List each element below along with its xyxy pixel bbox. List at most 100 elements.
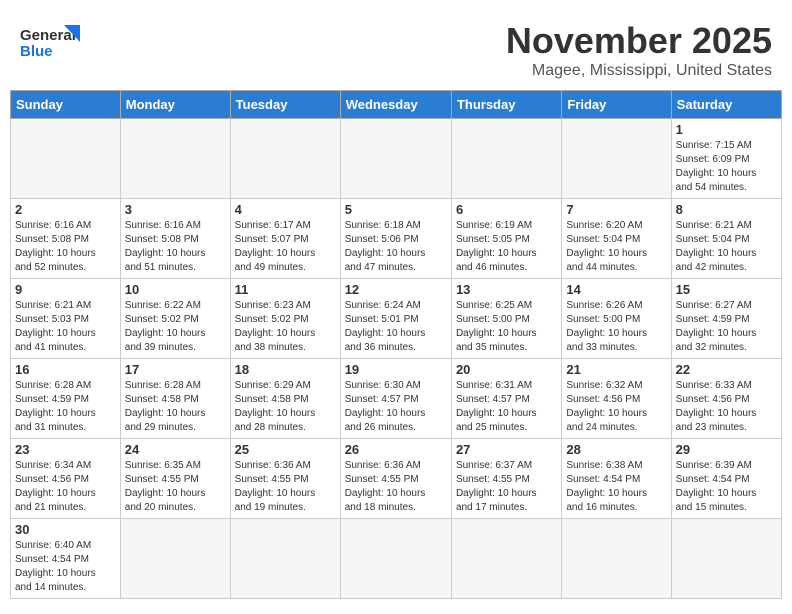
- calendar-cell: 6 Sunrise: 6:19 AM Sunset: 5:05 PM Daylig…: [451, 199, 561, 279]
- day-info: Sunrise: 6:34 AM Sunset: 4:56 PM Dayligh…: [15, 459, 116, 515]
- day-number: 8: [676, 202, 777, 217]
- col-header-tuesday: Tuesday: [230, 91, 340, 119]
- calendar-cell: 28Sunrise: 6:38 AM Sunset: 4:54 PM Dayli…: [562, 439, 671, 519]
- col-header-wednesday: Wednesday: [340, 91, 451, 119]
- calendar-cell: [562, 519, 671, 599]
- header: General Blue November 2025 Magee, Missis…: [10, 10, 782, 85]
- calendar-week-5: 23 Sunrise: 6:34 AM Sunset: 4:56 PM Dayli…: [11, 439, 782, 519]
- day-number: 18: [235, 362, 336, 377]
- calendar-cell: [230, 119, 340, 199]
- day-info: Sunrise: 6:28 AM Sunset: 4:59 PM Dayligh…: [15, 379, 116, 435]
- day-number: 27: [456, 442, 557, 457]
- day-info: Sunrise: 6:27 AM Sunset: 4:59 PM Dayligh…: [676, 299, 777, 355]
- month-title: November 2025: [506, 20, 772, 62]
- day-info: Sunrise: 6:40 AM Sunset: 4:54 PM Dayligh…: [15, 539, 116, 595]
- day-number: 26: [345, 442, 447, 457]
- svg-text:General: General: [20, 27, 76, 44]
- calendar-cell: 21Sunrise: 6:32 AM Sunset: 4:56 PM Dayli…: [562, 359, 671, 439]
- day-number: 10: [125, 282, 226, 297]
- calendar-cell: 14Sunrise: 6:26 AM Sunset: 5:00 PM Dayli…: [562, 279, 671, 359]
- calendar-cell: 22 Sunrise: 6:33 AM Sunset: 4:56 PM Dayli…: [671, 359, 781, 439]
- day-number: 1: [676, 122, 777, 137]
- day-info: Sunrise: 6:28 AM Sunset: 4:58 PM Dayligh…: [125, 379, 226, 435]
- location-title: Magee, Mississippi, United States: [506, 62, 772, 80]
- calendar: SundayMondayTuesdayWednesdayThursdayFrid…: [10, 90, 782, 599]
- title-area: November 2025 Magee, Mississippi, United…: [506, 20, 772, 80]
- calendar-cell: 23 Sunrise: 6:34 AM Sunset: 4:56 PM Dayli…: [11, 439, 121, 519]
- calendar-cell: [11, 119, 121, 199]
- calendar-cell: 30 Sunrise: 6:40 AM Sunset: 4:54 PM Dayli…: [11, 519, 121, 599]
- day-number: 11: [235, 282, 336, 297]
- day-number: 15: [676, 282, 777, 297]
- day-info: Sunrise: 6:20 AM Sunset: 5:04 PM Dayligh…: [566, 219, 666, 275]
- day-number: 22: [676, 362, 777, 377]
- day-info: Sunrise: 6:18 AM Sunset: 5:06 PM Dayligh…: [345, 219, 447, 275]
- day-number: 4: [235, 202, 336, 217]
- calendar-cell: 20Sunrise: 6:31 AM Sunset: 4:57 PM Dayli…: [451, 359, 561, 439]
- calendar-cell: [230, 519, 340, 599]
- day-info: Sunrise: 6:19 AM Sunset: 5:05 PM Dayligh…: [456, 219, 557, 275]
- calendar-cell: 24Sunrise: 6:35 AM Sunset: 4:55 PM Dayli…: [120, 439, 230, 519]
- col-header-sunday: Sunday: [11, 91, 121, 119]
- calendar-cell: 16 Sunrise: 6:28 AM Sunset: 4:59 PM Dayli…: [11, 359, 121, 439]
- calendar-week-4: 16 Sunrise: 6:28 AM Sunset: 4:59 PM Dayli…: [11, 359, 782, 439]
- day-number: 23: [15, 442, 116, 457]
- day-info: Sunrise: 6:39 AM Sunset: 4:54 PM Dayligh…: [676, 459, 777, 515]
- calendar-cell: 26Sunrise: 6:36 AM Sunset: 4:55 PM Dayli…: [340, 439, 451, 519]
- calendar-cell: [451, 119, 561, 199]
- day-number: 20: [456, 362, 557, 377]
- calendar-cell: 11 Sunrise: 6:23 AM Sunset: 5:02 PM Dayli…: [230, 279, 340, 359]
- svg-text:Blue: Blue: [20, 43, 53, 60]
- day-number: 21: [566, 362, 666, 377]
- col-header-friday: Friday: [562, 91, 671, 119]
- day-info: Sunrise: 6:21 AM Sunset: 5:03 PM Dayligh…: [15, 299, 116, 355]
- day-info: Sunrise: 6:21 AM Sunset: 5:04 PM Dayligh…: [676, 219, 777, 275]
- col-header-saturday: Saturday: [671, 91, 781, 119]
- day-number: 30: [15, 522, 116, 537]
- day-info: Sunrise: 6:33 AM Sunset: 4:56 PM Dayligh…: [676, 379, 777, 435]
- calendar-cell: 2Sunrise: 6:16 AM Sunset: 5:08 PM Daylig…: [11, 199, 121, 279]
- calendar-cell: 4 Sunrise: 6:17 AM Sunset: 5:07 PM Daylig…: [230, 199, 340, 279]
- calendar-cell: [340, 519, 451, 599]
- calendar-week-6: 30 Sunrise: 6:40 AM Sunset: 4:54 PM Dayli…: [11, 519, 782, 599]
- calendar-cell: 7 Sunrise: 6:20 AM Sunset: 5:04 PM Daylig…: [562, 199, 671, 279]
- day-info: Sunrise: 6:37 AM Sunset: 4:55 PM Dayligh…: [456, 459, 557, 515]
- calendar-cell: 25Sunrise: 6:36 AM Sunset: 4:55 PM Dayli…: [230, 439, 340, 519]
- day-info: Sunrise: 6:24 AM Sunset: 5:01 PM Dayligh…: [345, 299, 447, 355]
- day-number: 17: [125, 362, 226, 377]
- day-number: 7: [566, 202, 666, 217]
- calendar-cell: 29 Sunrise: 6:39 AM Sunset: 4:54 PM Dayli…: [671, 439, 781, 519]
- logo: General Blue: [20, 20, 80, 60]
- calendar-cell: [120, 519, 230, 599]
- day-number: 3: [125, 202, 226, 217]
- day-number: 28: [566, 442, 666, 457]
- day-info: Sunrise: 6:17 AM Sunset: 5:07 PM Dayligh…: [235, 219, 336, 275]
- calendar-cell: 13Sunrise: 6:25 AM Sunset: 5:00 PM Dayli…: [451, 279, 561, 359]
- col-header-monday: Monday: [120, 91, 230, 119]
- day-number: 6: [456, 202, 557, 217]
- day-number: 19: [345, 362, 447, 377]
- calendar-cell: 12Sunrise: 6:24 AM Sunset: 5:01 PM Dayli…: [340, 279, 451, 359]
- day-number: 13: [456, 282, 557, 297]
- calendar-cell: 3 Sunrise: 6:16 AM Sunset: 5:08 PM Daylig…: [120, 199, 230, 279]
- day-number: 5: [345, 202, 447, 217]
- day-number: 16: [15, 362, 116, 377]
- day-number: 2: [15, 202, 116, 217]
- calendar-week-2: 2 Sunrise: 6:16 AM Sunset: 5:08 PM Daylig…: [11, 199, 782, 279]
- calendar-cell: 15 Sunrise: 6:27 AM Sunset: 4:59 PM Dayli…: [671, 279, 781, 359]
- calendar-cell: 9 Sunrise: 6:21 AM Sunset: 5:03 PM Daylig…: [11, 279, 121, 359]
- day-number: 9: [15, 282, 116, 297]
- calendar-week-1: 1Sunrise: 7:15 AM Sunset: 6:09 PM Daylig…: [11, 119, 782, 199]
- calendar-header-row: SundayMondayTuesdayWednesdayThursdayFrid…: [11, 91, 782, 119]
- day-info: Sunrise: 6:23 AM Sunset: 5:02 PM Dayligh…: [235, 299, 336, 355]
- calendar-cell: [120, 119, 230, 199]
- calendar-cell: [562, 119, 671, 199]
- calendar-cell: [340, 119, 451, 199]
- day-number: 29: [676, 442, 777, 457]
- day-info: Sunrise: 6:30 AM Sunset: 4:57 PM Dayligh…: [345, 379, 447, 435]
- calendar-cell: 19 Sunrise: 6:30 AM Sunset: 4:57 PM Dayli…: [340, 359, 451, 439]
- calendar-cell: 17 Sunrise: 6:28 AM Sunset: 4:58 PM Dayli…: [120, 359, 230, 439]
- col-header-thursday: Thursday: [451, 91, 561, 119]
- day-info: Sunrise: 6:16 AM Sunset: 5:08 PM Dayligh…: [125, 219, 226, 275]
- calendar-cell: [671, 519, 781, 599]
